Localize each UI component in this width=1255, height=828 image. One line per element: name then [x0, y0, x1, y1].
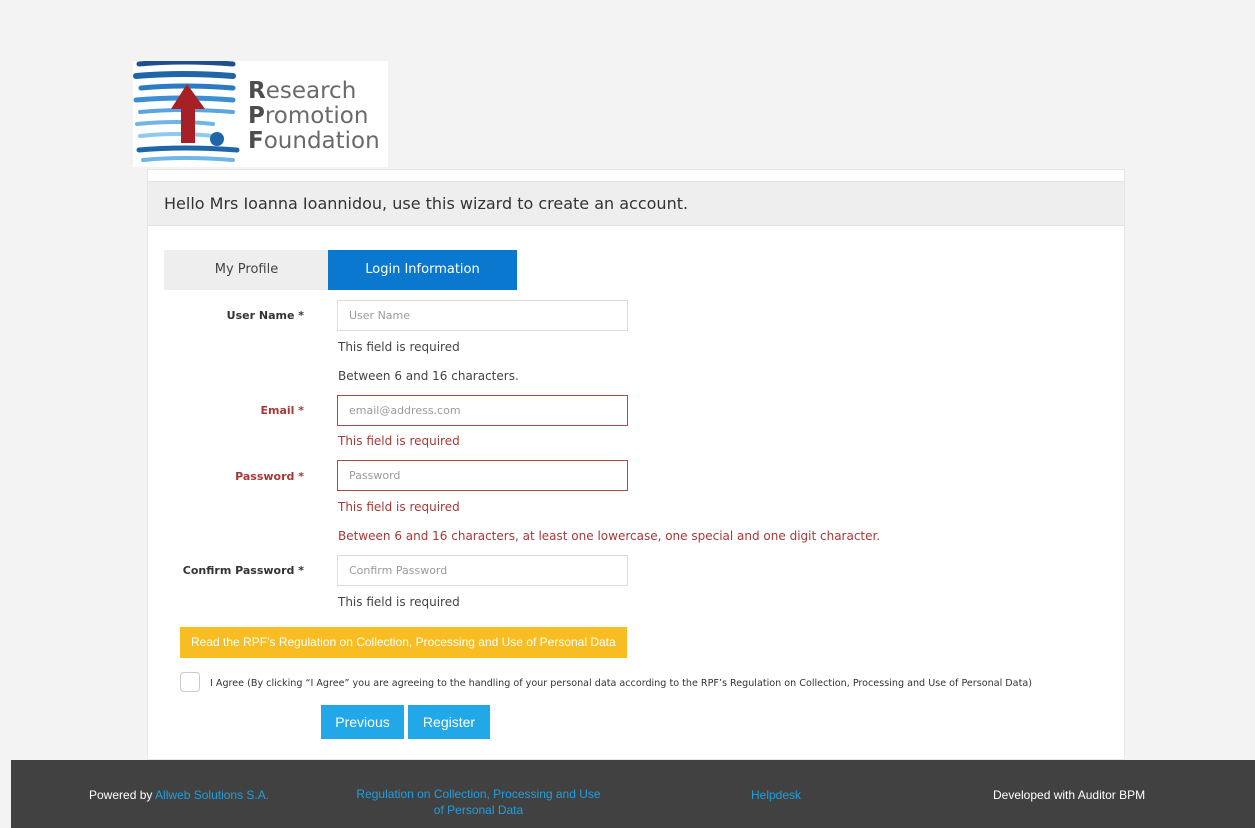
- password-error: This field is required: [338, 500, 460, 514]
- footer-regulation-line1: Regulation on Collection, Processing and…: [356, 787, 601, 801]
- agree-checkbox[interactable]: [180, 672, 200, 692]
- password-label: Password *: [235, 470, 304, 483]
- email-error: This field is required: [338, 434, 460, 448]
- read-regulation-button[interactable]: Read the RPF’s Regulation on Collection,…: [180, 627, 627, 658]
- footer-powered-by: Powered by Allweb Solutions S.A.: [89, 788, 269, 802]
- username-hint: Between 6 and 16 characters.: [338, 369, 519, 383]
- email-label: Email *: [260, 404, 304, 417]
- footer: Powered by Allweb Solutions S.A. Regulat…: [11, 760, 1255, 828]
- footer-regulation-link[interactable]: Regulation on Collection, Processing and…: [341, 786, 616, 818]
- confirm-password-label: Confirm Password *: [182, 564, 304, 577]
- register-button[interactable]: Register: [408, 705, 490, 739]
- footer-regulation-line2: of Personal Data: [433, 803, 524, 817]
- rpf-logo: Research Promotion Foundation: [133, 61, 388, 167]
- agree-label: I Agree (By clicking “I Agree” you are a…: [210, 678, 1032, 689]
- rpf-logo-icon: [133, 61, 240, 162]
- password-hint: Between 6 and 16 characters, at least on…: [338, 529, 881, 543]
- username-input[interactable]: [337, 300, 628, 331]
- wizard-panel: Hello Mrs Ioanna Ioannidou, use this wiz…: [147, 169, 1125, 760]
- confirm-password-error: This field is required: [338, 595, 460, 609]
- username-label: User Name *: [226, 309, 304, 322]
- footer-helpdesk-link[interactable]: Helpdesk: [751, 788, 801, 802]
- username-error: This field is required: [338, 340, 460, 354]
- tab-my-profile[interactable]: My Profile: [164, 250, 329, 290]
- rpf-logo-wordmark: Research Promotion Foundation: [248, 78, 380, 154]
- footer-powered-prefix: Powered by: [89, 788, 156, 802]
- tab-login-information[interactable]: Login Information: [328, 250, 517, 290]
- footer-developed-with: Developed with Auditor BPM: [993, 788, 1146, 802]
- previous-button[interactable]: Previous: [321, 705, 404, 739]
- footer-allweb-link[interactable]: Allweb Solutions S.A.: [155, 788, 269, 802]
- password-input[interactable]: [337, 460, 628, 491]
- confirm-password-input[interactable]: [337, 555, 628, 586]
- wizard-greeting: Hello Mrs Ioanna Ioannidou, use this wiz…: [148, 181, 1124, 226]
- email-input[interactable]: [337, 395, 628, 426]
